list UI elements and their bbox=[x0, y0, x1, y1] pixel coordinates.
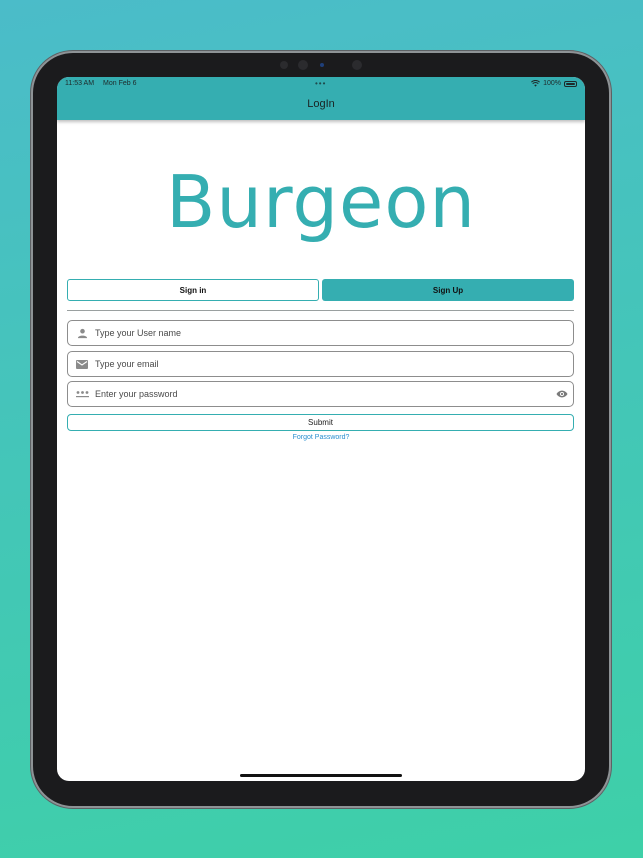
eye-icon[interactable] bbox=[551, 390, 573, 398]
tab-sign-in[interactable]: Sign in bbox=[67, 279, 319, 301]
auth-tabs: Sign in Sign Up bbox=[67, 279, 574, 301]
app-bar: 11:53 AM Mon Feb 6 ••• 100% LogIn bbox=[57, 77, 585, 120]
password-placeholder: Enter your password bbox=[95, 389, 178, 399]
status-date: Mon Feb 6 bbox=[103, 80, 137, 87]
camera-dot bbox=[280, 61, 288, 69]
app-screen: 11:53 AM Mon Feb 6 ••• 100% LogIn Burgeo… bbox=[57, 77, 585, 781]
camera-lens bbox=[320, 63, 324, 67]
home-indicator[interactable] bbox=[240, 774, 402, 777]
battery-icon bbox=[564, 80, 577, 87]
password-field[interactable]: Enter your password bbox=[67, 381, 574, 407]
divider bbox=[67, 310, 574, 311]
email-placeholder: Type your email bbox=[95, 359, 159, 369]
status-bar-right: 100% bbox=[531, 80, 577, 87]
brand-logo: Burgeon bbox=[165, 160, 477, 244]
battery-percent: 100% bbox=[543, 80, 561, 87]
wifi-icon bbox=[531, 80, 541, 87]
password-dots-icon bbox=[70, 390, 94, 398]
username-placeholder: Type your User name bbox=[95, 328, 182, 338]
status-time: 11:53 AM bbox=[65, 80, 95, 87]
email-field[interactable]: Type your email bbox=[67, 351, 574, 377]
mail-icon bbox=[70, 359, 94, 369]
forgot-password-link[interactable]: Forgot Password? bbox=[57, 434, 585, 441]
tab-sign-up[interactable]: Sign Up bbox=[322, 279, 574, 301]
submit-button[interactable]: Submit bbox=[67, 414, 574, 431]
page-title: LogIn bbox=[307, 98, 335, 110]
camera-dot bbox=[352, 60, 362, 70]
multitask-dots[interactable]: ••• bbox=[315, 79, 326, 88]
status-bar-left: 11:53 AM Mon Feb 6 bbox=[65, 80, 143, 87]
username-field[interactable]: Type your User name bbox=[67, 320, 574, 346]
camera-dot bbox=[298, 60, 308, 70]
person-icon bbox=[70, 328, 94, 339]
